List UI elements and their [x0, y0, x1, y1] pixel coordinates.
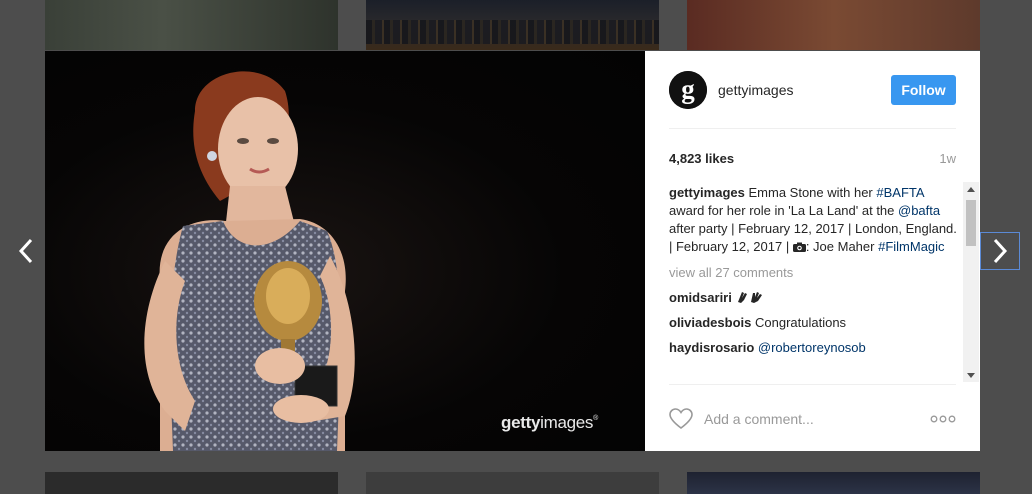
hashtag-link[interactable]: #BAFTA: [876, 185, 923, 200]
chevron-left-icon: [18, 238, 33, 264]
camera-icon: [792, 242, 806, 252]
post-sidebar: g gettyimages Follow 4,823 likes 1w gett…: [645, 51, 980, 451]
post-photo[interactable]: gettyimages®: [45, 51, 645, 451]
scroll-up-button[interactable]: [963, 182, 979, 196]
hashtag-link[interactable]: #FilmMagic: [878, 239, 944, 254]
comment-footer: [669, 384, 956, 452]
add-comment-input[interactable]: [704, 410, 930, 427]
comment-item: haydisrosario @robertoreynosob: [669, 339, 961, 357]
comment-username[interactable]: oliviadesbois: [669, 315, 751, 330]
photo-subject: [144, 71, 355, 451]
view-all-comments-link[interactable]: view all 27 comments: [669, 264, 961, 282]
grid-thumbnail[interactable]: [366, 472, 659, 494]
post-header: g gettyimages Follow: [669, 51, 956, 129]
svg-text:g: g: [681, 74, 695, 104]
comment-username[interactable]: haydisrosario: [669, 340, 754, 355]
post-username[interactable]: gettyimages: [718, 82, 891, 98]
likes-row: 4,823 likes 1w: [669, 148, 956, 168]
mention-link[interactable]: @bafta: [898, 203, 940, 218]
clap-hands-emoji-icon: [738, 292, 763, 303]
previous-post-button[interactable]: [6, 232, 46, 270]
caption-username[interactable]: gettyimages: [669, 185, 745, 200]
scroll-down-button[interactable]: [963, 368, 979, 382]
comment-item: oliviadesbois Congratulations: [669, 314, 961, 332]
post-caption: gettyimages Emma Stone with her #BAFTA a…: [669, 185, 957, 254]
comment-text: Congratulations: [755, 315, 847, 330]
avatar[interactable]: g: [669, 70, 707, 109]
comments-list: gettyimages Emma Stone with her #BAFTA a…: [669, 184, 961, 382]
more-options-icon[interactable]: [930, 414, 956, 424]
comment-username[interactable]: omidsariri: [669, 290, 732, 305]
post-modal: gettyimages® g gettyimages Follow 4,823 …: [45, 51, 980, 451]
triangle-up-icon: [967, 186, 975, 192]
comments-scrollbar[interactable]: [963, 182, 979, 382]
gettyimages-logo-icon: g: [669, 70, 707, 109]
grid-thumbnail[interactable]: [366, 0, 659, 50]
scrollbar-thumb[interactable]: [966, 200, 976, 246]
next-post-button[interactable]: [980, 232, 1020, 270]
grid-thumbnail[interactable]: [687, 472, 980, 494]
follow-button[interactable]: Follow: [891, 74, 956, 105]
getty-watermark: gettyimages®: [501, 413, 598, 432]
post-timestamp[interactable]: 1w: [939, 151, 956, 166]
heart-icon[interactable]: [669, 407, 693, 430]
mention-link[interactable]: @robertoreynosob: [758, 340, 866, 355]
chevron-right-icon: [993, 238, 1008, 264]
grid-thumbnail[interactable]: [45, 472, 338, 494]
grid-thumbnail[interactable]: [45, 0, 338, 50]
comment-item: omidsariri: [669, 289, 961, 307]
grid-thumbnail[interactable]: [687, 0, 980, 50]
triangle-down-icon: [967, 372, 975, 378]
likes-count[interactable]: 4,823 likes: [669, 151, 734, 166]
